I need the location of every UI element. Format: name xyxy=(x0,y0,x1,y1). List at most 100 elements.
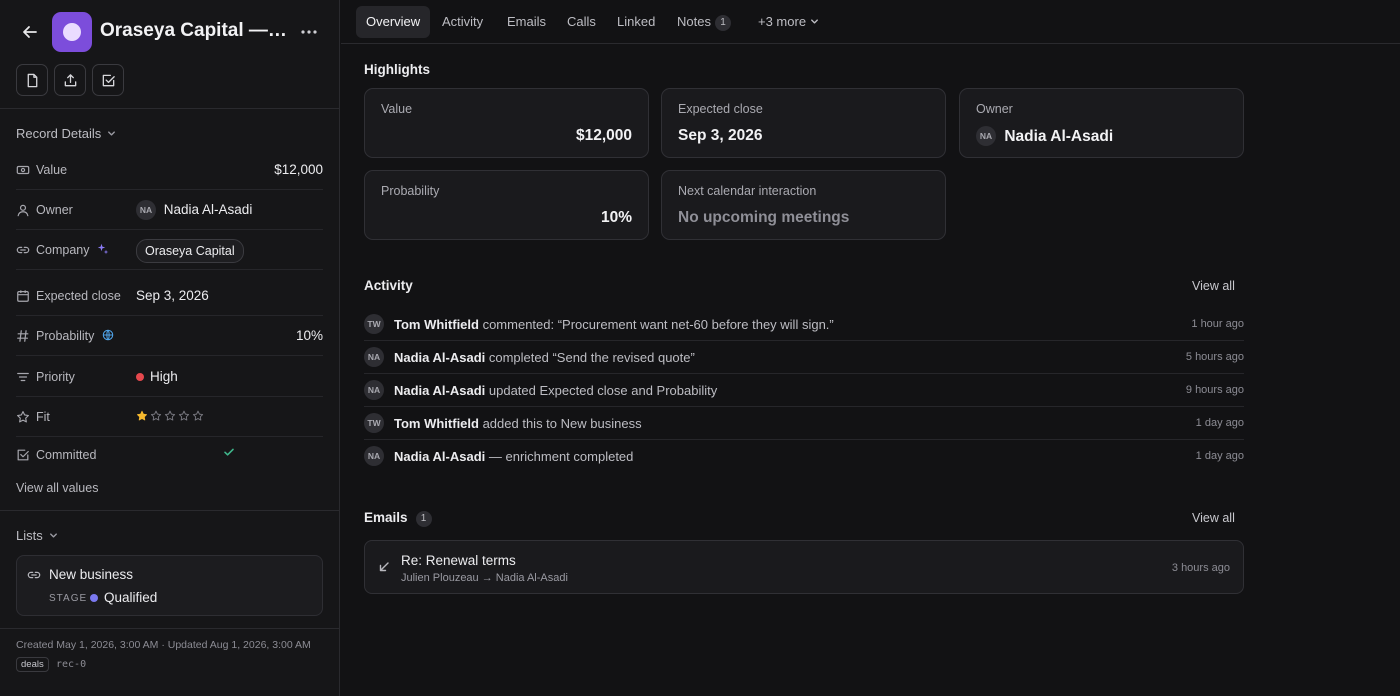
card-value: $12,000 xyxy=(575,127,632,144)
highlight-card-probability[interactable]: Probability 10% xyxy=(364,170,649,240)
company-chip[interactable]: Oraseya Capital xyxy=(136,239,244,263)
record-sidebar: Oraseya Capital — S… Record Details Valu… xyxy=(0,0,340,696)
star-empty-icon[interactable] xyxy=(192,410,204,422)
record-details-heading: Record Details xyxy=(16,126,102,141)
record-timestamps: Created May 1, 2026, 3:00 AM · Updated A… xyxy=(16,639,311,651)
activity-row[interactable]: NA Nadia Al-Asadi completed “Send the re… xyxy=(364,341,1244,374)
field-label: Company xyxy=(36,243,109,257)
owner-value: NA Nadia Al-Asadi xyxy=(136,200,252,220)
field-company[interactable]: Company Oraseya Capital xyxy=(16,230,323,270)
activity-text: Nadia Al-Asadi completed “Send the revis… xyxy=(394,350,695,365)
fit-rating[interactable] xyxy=(136,410,204,422)
record-toolbar xyxy=(16,64,124,96)
highlight-card-next-interaction[interactable]: Next calendar interaction No upcoming me… xyxy=(661,170,946,240)
activity-row[interactable]: NA Nadia Al-Asadi — enrichment completed… xyxy=(364,440,1244,473)
check-icon[interactable] xyxy=(223,446,235,458)
expected-close-value: Sep 3, 2026 xyxy=(136,288,209,303)
list-entry-card[interactable]: New business STAGE Qualified xyxy=(16,555,323,616)
activity-text: Tom Whitfield commented: “Procurement wa… xyxy=(394,317,834,332)
field-label: Probability xyxy=(36,329,114,343)
highlight-card-owner[interactable]: Owner NA Nadia Al-Asadi xyxy=(959,88,1244,158)
list-name: New business xyxy=(49,567,134,582)
task-button[interactable] xyxy=(92,64,124,96)
divider xyxy=(0,108,340,109)
priority-value: High xyxy=(136,369,178,384)
activity-row[interactable]: TW Tom Whitfield added this to New busin… xyxy=(364,407,1244,440)
field-expected-close[interactable]: Expected close Sep 3, 2026 xyxy=(16,276,323,316)
person-icon xyxy=(17,204,29,217)
activity-text: Tom Whitfield added this to New business xyxy=(394,416,642,431)
field-owner[interactable]: Owner NA Nadia Al-Asadi xyxy=(16,190,323,230)
view-all-values-link[interactable]: View all values xyxy=(16,481,98,495)
star-empty-icon[interactable] xyxy=(178,410,190,422)
field-label: Owner xyxy=(36,203,73,217)
field-fit[interactable]: Fit xyxy=(16,397,323,437)
card-label: Value xyxy=(381,102,413,116)
chevron-down-icon xyxy=(811,19,818,24)
activity-time: 5 hours ago xyxy=(1185,351,1244,363)
upload-icon xyxy=(64,73,76,86)
avatar: TW xyxy=(364,413,384,433)
company-value: Oraseya Capital xyxy=(136,239,244,263)
field-label: Priority xyxy=(36,370,75,384)
record-title: Oraseya Capital — S… xyxy=(100,20,292,41)
highlight-card-expected-close[interactable]: Expected close Sep 3, 2026 xyxy=(661,88,946,158)
card-value: NA Nadia Al-Asadi xyxy=(976,126,1113,146)
card-value: Sep 3, 2026 xyxy=(678,127,763,144)
field-probability[interactable]: Probability 10% xyxy=(16,316,323,356)
chevron-down-icon xyxy=(108,131,116,136)
filter-lines-icon xyxy=(17,372,29,382)
email-participants: Julien Plouzeau → Nadia Al-Asadi xyxy=(401,572,568,584)
activity-row[interactable]: NA Nadia Al-Asadi updated Expected close… xyxy=(364,374,1244,407)
stage-value[interactable]: Qualified xyxy=(90,590,157,605)
card-label: Expected close xyxy=(678,102,763,116)
tab-notes[interactable]: Notes 1 xyxy=(667,6,741,38)
calendar-icon xyxy=(17,290,29,302)
chevron-down-icon xyxy=(49,533,57,538)
activity-time: 1 hour ago xyxy=(1191,318,1244,330)
field-value[interactable]: Value $12,000 xyxy=(16,150,323,190)
tab-overview[interactable]: Overview xyxy=(356,6,431,38)
share-button[interactable] xyxy=(54,64,86,96)
tab-activity[interactable]: Activity xyxy=(432,6,493,38)
email-item[interactable]: Re: Renewal terms Julien Plouzeau → Nadi… xyxy=(364,540,1244,594)
activity-heading: Activity xyxy=(364,278,413,293)
avatar: NA xyxy=(364,380,384,400)
tab-emails[interactable]: Emails xyxy=(497,6,556,38)
activity-row[interactable]: TW Tom Whitfield commented: “Procurement… xyxy=(364,308,1244,341)
back-arrow-icon[interactable] xyxy=(20,22,40,42)
tab-linked[interactable]: Linked xyxy=(607,6,665,38)
record-details-toggle[interactable]: Record Details xyxy=(16,126,117,141)
checkbox-icon xyxy=(102,74,115,86)
probability-value: 10% xyxy=(295,328,323,343)
divider xyxy=(0,510,340,511)
highlights-heading: Highlights xyxy=(364,62,430,77)
highlight-card-value[interactable]: Value $12,000 xyxy=(364,88,649,158)
field-label: Expected close xyxy=(36,289,121,303)
divider xyxy=(0,628,340,629)
field-committed[interactable]: Committed xyxy=(16,435,323,475)
notes-count-badge: 1 xyxy=(714,15,731,31)
star-empty-icon[interactable] xyxy=(164,410,176,422)
checkbox-icon xyxy=(17,449,29,461)
card-value: No upcoming meetings xyxy=(678,209,850,226)
emails-view-all-link[interactable]: View all xyxy=(1192,511,1235,525)
more-options-icon[interactable] xyxy=(298,22,320,42)
star-empty-icon[interactable] xyxy=(150,410,162,422)
email-subject: Re: Renewal terms xyxy=(401,553,516,568)
globe-icon xyxy=(102,329,114,341)
priority-dot xyxy=(136,373,144,382)
record-header: Oraseya Capital — S… xyxy=(0,0,340,64)
tab-more[interactable]: +3 more xyxy=(748,6,830,38)
lists-toggle[interactable]: Lists xyxy=(16,528,59,543)
money-icon xyxy=(16,165,30,175)
activity-view-all-link[interactable]: View all xyxy=(1192,279,1235,293)
note-button[interactable] xyxy=(16,64,48,96)
card-label: Probability xyxy=(381,184,440,198)
field-priority[interactable]: Priority High xyxy=(16,357,323,397)
hash-icon xyxy=(17,330,29,342)
star-filled-icon[interactable] xyxy=(136,410,148,422)
activity-text: Nadia Al-Asadi — enrichment completed xyxy=(394,449,634,464)
tab-calls[interactable]: Calls xyxy=(557,6,606,38)
sparkle-icon xyxy=(97,243,109,255)
